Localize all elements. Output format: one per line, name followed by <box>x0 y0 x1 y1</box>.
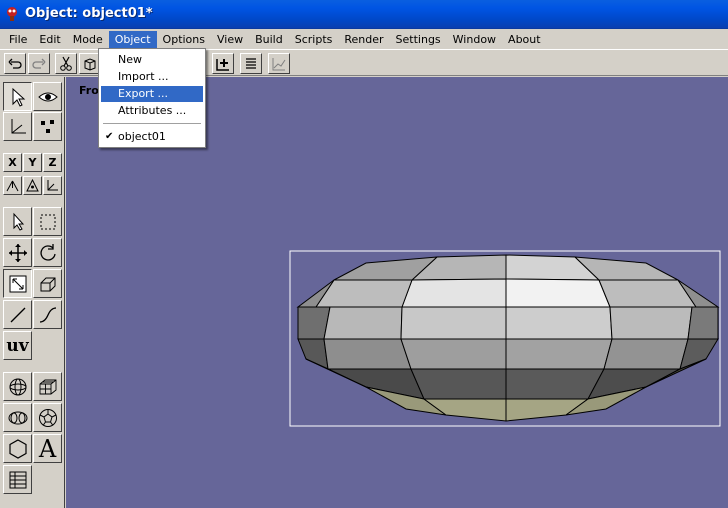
redo-button[interactable] <box>28 53 50 74</box>
menu-options[interactable]: Options <box>157 31 211 48</box>
menu-scripts[interactable]: Scripts <box>289 31 339 48</box>
axis-z-button[interactable]: Z <box>43 153 62 172</box>
world-axes-button[interactable] <box>43 176 62 195</box>
move-arrows-icon <box>8 243 27 262</box>
menu-about[interactable]: About <box>502 31 547 48</box>
add-vertex-icon <box>216 58 229 71</box>
line-icon <box>10 307 25 322</box>
curve-icon <box>39 306 56 323</box>
menu-item-attributes[interactable]: Attributes ... <box>101 103 203 119</box>
axis-x-button[interactable]: X <box>3 153 22 172</box>
menu-item-export[interactable]: Export ... <box>101 86 203 102</box>
scale-icon <box>9 275 26 292</box>
axis-tool-button[interactable] <box>3 112 32 141</box>
select-pointer-button[interactable] <box>3 207 32 236</box>
arrow-pointer-icon <box>13 212 24 231</box>
graph-button[interactable] <box>268 53 290 74</box>
points-tool-button[interactable] <box>33 112 62 141</box>
window-title: Object: object01* <box>25 6 153 21</box>
menu-object[interactable]: Object <box>108 30 157 48</box>
cube-icon <box>84 57 96 71</box>
object-name-label: object01 <box>118 130 166 143</box>
redo-icon <box>32 58 46 69</box>
app-icon[interactable] <box>4 6 20 22</box>
undo-button[interactable] <box>4 53 26 74</box>
view-tool-button[interactable] <box>33 82 62 111</box>
rotate-tool-button[interactable] <box>33 238 62 267</box>
menu-separator <box>103 123 201 125</box>
ellipsoid-mesh[interactable] <box>296 254 720 422</box>
pyramid-icon <box>26 178 39 192</box>
polygon-tool-button[interactable] <box>3 434 32 463</box>
local-axes-button[interactable] <box>3 176 22 195</box>
add-point-button[interactable] <box>212 53 234 74</box>
tripod-icon <box>6 180 19 192</box>
grid-cube-icon <box>39 379 56 394</box>
hexagon-icon <box>8 438 27 459</box>
title-bar[interactable]: Object: object01* <box>0 0 728 29</box>
line-tool-button[interactable] <box>3 300 32 329</box>
menu-window[interactable]: Window <box>447 31 502 48</box>
undo-icon <box>8 58 22 69</box>
tool-palette: X Y Z uv A <box>0 77 65 508</box>
extrude-box-icon <box>40 277 55 291</box>
axes-icon <box>11 118 26 133</box>
checkmark-icon: ✔ <box>105 131 114 142</box>
eye-icon <box>37 92 58 101</box>
table-tool-button[interactable] <box>3 465 32 494</box>
geodesic-tool-button[interactable] <box>33 403 62 432</box>
move-tool-button[interactable] <box>3 238 32 267</box>
menu-view[interactable]: View <box>211 31 249 48</box>
points-icon <box>40 119 54 133</box>
text-tool-button[interactable]: A <box>33 434 62 463</box>
object-menu-dropdown: New Import ... Export ... Attributes ...… <box>98 48 206 148</box>
menu-build[interactable]: Build <box>249 31 289 48</box>
sphere-icon <box>9 378 26 395</box>
graph-icon <box>272 57 286 70</box>
uv-tool-button[interactable]: uv <box>3 331 32 360</box>
arrow-pointer-icon <box>12 87 25 107</box>
sphere-tool-button[interactable] <box>3 372 32 401</box>
torus-icon <box>8 411 27 424</box>
extrude-tool-button[interactable] <box>33 269 62 298</box>
cylinder-tool-button[interactable] <box>3 403 32 432</box>
list-icon <box>246 57 256 69</box>
menu-mode[interactable]: Mode <box>67 31 109 48</box>
cut-button[interactable] <box>55 53 77 74</box>
menu-item-import[interactable]: Import ... <box>101 69 203 85</box>
table-icon <box>9 471 26 488</box>
menu-bar: File Edit Mode Object Options View Build… <box>0 29 728 49</box>
menu-item-new[interactable]: New <box>101 52 203 68</box>
select-tool-button[interactable] <box>3 82 32 111</box>
menu-edit[interactable]: Edit <box>33 31 66 48</box>
scissors-icon <box>60 56 72 71</box>
geodesic-icon <box>38 408 57 427</box>
axis-y-button[interactable]: Y <box>23 153 42 172</box>
text-tool-label: A <box>38 434 57 463</box>
grid-box-tool-button[interactable] <box>33 372 62 401</box>
curve-tool-button[interactable] <box>33 300 62 329</box>
rotate-icon <box>40 243 56 261</box>
menu-file[interactable]: File <box>3 31 33 48</box>
menu-item-object01[interactable]: ✔ object01 <box>101 129 203 145</box>
marquee-icon <box>40 214 55 229</box>
uv-label: uv <box>6 335 29 356</box>
list-button[interactable] <box>240 53 262 74</box>
corner-axes-icon <box>47 180 58 191</box>
scale-tool-button[interactable] <box>3 269 32 298</box>
box-select-button[interactable] <box>33 207 62 236</box>
menu-settings[interactable]: Settings <box>390 31 447 48</box>
menu-render[interactable]: Render <box>338 31 389 48</box>
center-axes-button[interactable] <box>23 176 42 195</box>
